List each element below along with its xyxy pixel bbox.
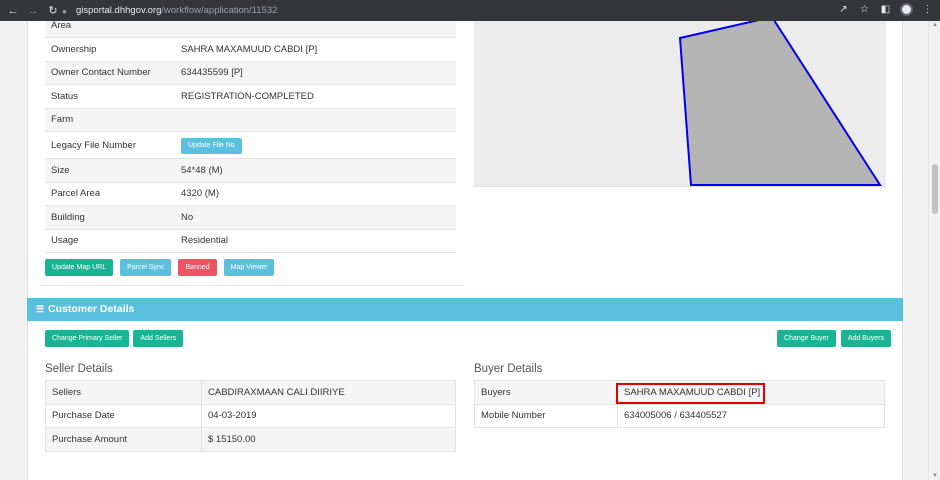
update-file-no-button[interactable]: Update File No: [181, 138, 242, 154]
table-row: Farm: [45, 108, 456, 132]
row-label: Farm: [45, 108, 175, 132]
row-value: SAHRA MAXAMUUD CABDI [P]: [175, 37, 456, 62]
table-row: Purchase Amount $ 15150.00: [45, 427, 456, 452]
row-value: 634005006 / 634405527: [617, 403, 885, 428]
row-label: Buyers: [474, 380, 618, 405]
reload-icon[interactable]: ↻: [46, 4, 60, 18]
scroll-up-icon[interactable]: ▲: [931, 22, 939, 28]
table-row: Legacy File Number Update File No: [45, 131, 456, 159]
bookmark-star-icon[interactable]: ☆: [858, 3, 871, 16]
row-label: Building: [45, 205, 175, 230]
customer-details-header: ☰ Customer Details: [27, 298, 903, 321]
row-label: Owner Contact Number: [45, 61, 175, 85]
parcel-action-buttons: Update Map URL Parcel Sync Banned Map Vi…: [45, 259, 275, 276]
parcel-details-table: Area Ownership SAHRA MAXAMUUD CABDI [P] O…: [45, 21, 456, 253]
url-path: /workflow/application/11532: [161, 5, 278, 16]
row-label: Mobile Number: [474, 403, 618, 428]
banned-button[interactable]: Banned: [178, 259, 217, 276]
row-label: Purchase Amount: [45, 427, 202, 452]
row-value: 54*48 (M): [175, 158, 456, 183]
row-value: REGISTRATION-COMPLETED: [175, 84, 456, 109]
more-menu-icon[interactable]: ⋮: [921, 3, 934, 16]
scroll-thumb[interactable]: [932, 164, 938, 214]
row-label: Status: [45, 84, 175, 109]
seller-buttons: Change Primary Seller Add Sellers: [45, 330, 184, 347]
row-label: Size: [45, 158, 175, 183]
change-primary-seller-button[interactable]: Change Primary Seller: [45, 330, 130, 347]
back-arrow-icon[interactable]: ←: [6, 4, 20, 18]
browser-toolbar: ← → ↻ ● gisportal.dhhgov.org /workflow/a…: [0, 0, 940, 21]
seller-details-title: Seller Details: [45, 363, 113, 375]
table-row: Size 54*48 (M): [45, 158, 456, 183]
profile-avatar[interactable]: [900, 3, 913, 16]
table-row: Status REGISTRATION-COMPLETED: [45, 84, 456, 109]
row-value: No: [175, 205, 456, 230]
parcel-polygon[interactable]: [678, 21, 882, 186]
forward-arrow-icon[interactable]: →: [26, 4, 40, 18]
table-row: Area: [45, 21, 456, 38]
side-panel-icon[interactable]: ◧: [879, 3, 892, 16]
buyer-highlight-box: [616, 383, 765, 404]
table-row: Usage Residential: [45, 229, 456, 253]
table-row: Owner Contact Number 634435599 [P]: [45, 61, 456, 85]
row-value: CABDIRAXMAAN CALI DIIRIYE: [201, 380, 456, 405]
divider: [40, 285, 464, 286]
add-buyers-button[interactable]: Add Buyers: [840, 330, 891, 347]
scroll-down-icon[interactable]: ▼: [931, 473, 939, 479]
url-host: gisportal.dhhgov.org: [76, 5, 162, 16]
row-label: Parcel Area: [45, 182, 175, 206]
row-value: 4320 (M): [175, 182, 456, 206]
lock-icon: ●: [62, 6, 67, 16]
buyer-details-title: Buyer Details: [474, 363, 543, 375]
parcel-polygon-svg: [678, 21, 882, 186]
row-label: Legacy File Number: [45, 131, 175, 159]
seller-details-table: Sellers CABDIRAXMAAN CALI DIIRIYE Purchas…: [45, 380, 456, 452]
table-row: Parcel Area 4320 (M): [45, 182, 456, 206]
address-bar[interactable]: ● gisportal.dhhgov.org /workflow/applica…: [62, 3, 872, 18]
divider: [474, 186, 886, 187]
row-value: Residential: [175, 229, 456, 253]
update-map-url-button[interactable]: Update Map URL: [45, 259, 114, 276]
row-label: Area: [45, 21, 175, 38]
row-label: Sellers: [45, 380, 202, 405]
list-icon: ☰: [36, 304, 45, 314]
parcel-sync-button[interactable]: Parcel Sync: [120, 259, 172, 276]
row-value: 04-03-2019: [201, 403, 456, 428]
row-value: $ 15150.00: [201, 427, 456, 452]
customer-details-title: Customer Details: [48, 303, 135, 315]
change-buyer-button[interactable]: Change Buyer: [777, 330, 836, 347]
buyer-buttons: Change Buyer Add Buyers: [777, 330, 891, 347]
share-icon[interactable]: ↗: [837, 3, 850, 16]
page-scrollbar[interactable]: ▲ ▼: [928, 21, 940, 480]
row-value: 634435599 [P]: [175, 61, 456, 85]
map-viewer-button[interactable]: Map Viewer: [223, 259, 275, 276]
row-label: Usage: [45, 229, 175, 253]
table-row: Sellers CABDIRAXMAAN CALI DIIRIYE: [45, 380, 456, 405]
row-label: Ownership: [45, 37, 175, 62]
parcel-map[interactable]: [474, 21, 886, 186]
table-row: Mobile Number 634005006 / 634405527: [474, 403, 885, 428]
table-row: Purchase Date 04-03-2019: [45, 403, 456, 428]
table-row: Building No: [45, 205, 456, 230]
row-value: [175, 108, 456, 132]
row-label: Purchase Date: [45, 403, 202, 428]
add-sellers-button[interactable]: Add Sellers: [133, 330, 184, 347]
table-row: Ownership SAHRA MAXAMUUD CABDI [P]: [45, 37, 456, 62]
